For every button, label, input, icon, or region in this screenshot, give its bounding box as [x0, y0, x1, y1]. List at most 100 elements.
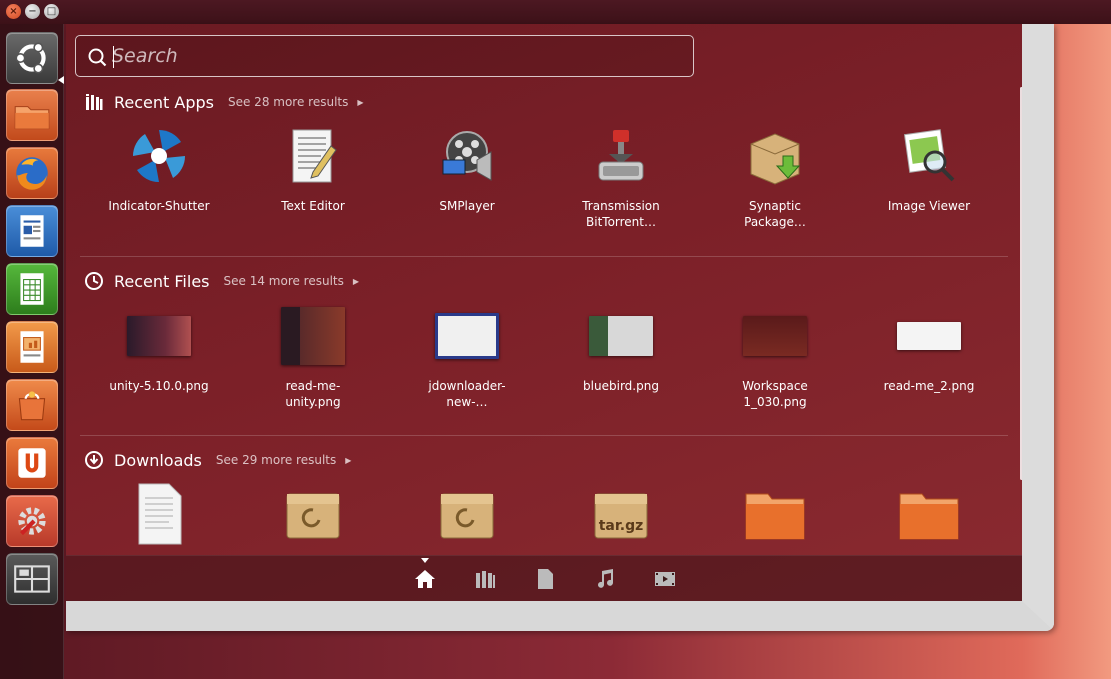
file-label: read-me_2.png [883, 379, 975, 393]
launcher-impress[interactable] [6, 321, 58, 373]
file-tile-jdownloader[interactable]: jdownloader-new-… [402, 304, 532, 410]
launcher-files[interactable] [6, 89, 58, 141]
apps-icon [86, 94, 103, 110]
image-thumbnail [127, 316, 191, 356]
image-thumbnail [281, 307, 345, 365]
expand-arrow-icon[interactable]: ▶ [345, 456, 351, 465]
section-divider [80, 256, 1008, 257]
music-lens-icon[interactable] [593, 567, 617, 591]
launcher-workspaces[interactable] [6, 553, 58, 605]
image-thumbnail [435, 313, 499, 359]
file-label: unity-5.10.0.png [109, 379, 209, 393]
file-tile-unity-png[interactable]: unity-5.10.0.png [94, 304, 224, 394]
file-tile-read-me-2[interactable]: read-me_2.png [864, 304, 994, 394]
text-document-icon [138, 483, 182, 545]
workspaces-icon [14, 565, 50, 593]
folder-icon [745, 493, 805, 540]
lens-bar [66, 555, 1022, 601]
clock-icon [85, 272, 103, 290]
image-thumbnail [743, 316, 807, 356]
search-icon [88, 48, 107, 67]
download-tile-2[interactable] [248, 482, 378, 546]
see-more-link[interactable]: See 29 more results [216, 453, 336, 467]
download-tile-6[interactable] [864, 482, 994, 546]
file-tile-read-me-unity[interactable]: read-me-unity.png [248, 304, 378, 410]
app-tile-transmission[interactable]: Transmission BitTorrent… [556, 124, 686, 230]
software-center-icon [18, 391, 46, 421]
launcher [0, 24, 64, 679]
search-box[interactable] [75, 35, 694, 77]
text-caret [113, 46, 114, 68]
section-title: Recent Files [114, 271, 210, 291]
section-header-downloads[interactable]: Downloads See 29 more results ▶ [84, 447, 351, 473]
launcher-ubuntu-one[interactable] [6, 437, 58, 489]
file-tile-workspace[interactable]: Workspace 1_030.png [710, 304, 840, 410]
expand-arrow-icon[interactable]: ▶ [357, 98, 363, 107]
image-thumbnail [589, 316, 653, 356]
calc-icon [20, 273, 44, 305]
ubuntu-logo-icon [15, 42, 46, 74]
image-thumbnail [897, 322, 961, 350]
files-lens-icon[interactable] [533, 567, 557, 591]
download-tile-4[interactable]: tar.gz [556, 482, 686, 546]
shutter-app-icon [132, 129, 186, 183]
launcher-dash-home[interactable] [6, 32, 58, 84]
launcher-software-center[interactable] [6, 379, 58, 431]
file-label: jdownloader-new-… [428, 379, 506, 409]
writer-icon [20, 215, 44, 247]
home-lens-icon[interactable] [413, 567, 437, 591]
dash-panel: Recent Apps See 28 more results ▶ Indica… [66, 24, 1054, 631]
archive-icon [594, 493, 648, 539]
minimize-window-button[interactable]: − [25, 4, 40, 19]
launcher-firefox[interactable] [6, 147, 58, 199]
settings-icon [18, 507, 46, 536]
section-title: Recent Apps [114, 92, 214, 112]
app-label: Transmission BitTorrent… [582, 199, 660, 229]
app-label: Text Editor [281, 199, 345, 213]
firefox-icon [16, 157, 48, 190]
active-lens-indicator [421, 558, 429, 563]
archive-label: tar.gz [598, 518, 644, 534]
see-more-link[interactable]: See 14 more results [224, 274, 344, 288]
maximize-window-button[interactable]: □ [44, 4, 59, 19]
launcher-calc[interactable] [6, 263, 58, 315]
app-tile-smplayer[interactable]: SMPlayer [402, 124, 532, 214]
app-label: Indicator-Shutter [108, 199, 210, 213]
download-tile-1[interactable] [94, 482, 224, 546]
launcher-settings[interactable] [6, 495, 58, 547]
expand-arrow-icon[interactable]: ▶ [353, 277, 359, 286]
text-editor-app-icon [292, 129, 337, 183]
folder-icon [899, 493, 959, 540]
section-title: Downloads [114, 450, 202, 470]
download-icon [85, 451, 103, 469]
app-tile-synaptic[interactable]: Synaptic Package… [710, 124, 840, 230]
app-label: Synaptic Package… [744, 199, 806, 229]
app-tile-image-viewer[interactable]: Image Viewer [864, 124, 994, 214]
deb-package-icon [286, 493, 340, 539]
see-more-link[interactable]: See 28 more results [228, 95, 348, 109]
file-tile-bluebird[interactable]: bluebird.png [556, 304, 686, 394]
app-label: SMPlayer [439, 199, 495, 213]
synaptic-app-icon [750, 133, 801, 185]
folder-icon [14, 106, 50, 130]
app-tile-text-editor[interactable]: Text Editor [248, 124, 378, 214]
download-tile-5[interactable] [710, 482, 840, 546]
download-tile-3[interactable] [402, 482, 532, 546]
scrollbar[interactable] [1020, 87, 1022, 480]
app-tile-indicator-shutter[interactable]: Indicator-Shutter [94, 124, 224, 214]
launcher-writer[interactable] [6, 205, 58, 257]
file-label: read-me-unity.png [285, 379, 341, 409]
app-label: Image Viewer [887, 199, 971, 213]
section-header-recent-apps[interactable]: Recent Apps See 28 more results ▶ [84, 89, 364, 115]
video-lens-icon[interactable] [653, 567, 677, 591]
file-label: bluebird.png [583, 379, 659, 393]
file-label: Workspace 1_030.png [742, 379, 808, 409]
deb-package-icon [440, 493, 494, 539]
top-panel: × − □ [0, 0, 1111, 24]
close-window-button[interactable]: × [6, 4, 21, 19]
launcher-active-pip [58, 76, 64, 84]
search-input[interactable] [112, 43, 672, 69]
applications-lens-icon[interactable] [473, 567, 497, 591]
ubuntu-one-icon [18, 448, 46, 478]
section-header-recent-files[interactable]: Recent Files See 14 more results ▶ [84, 268, 359, 294]
